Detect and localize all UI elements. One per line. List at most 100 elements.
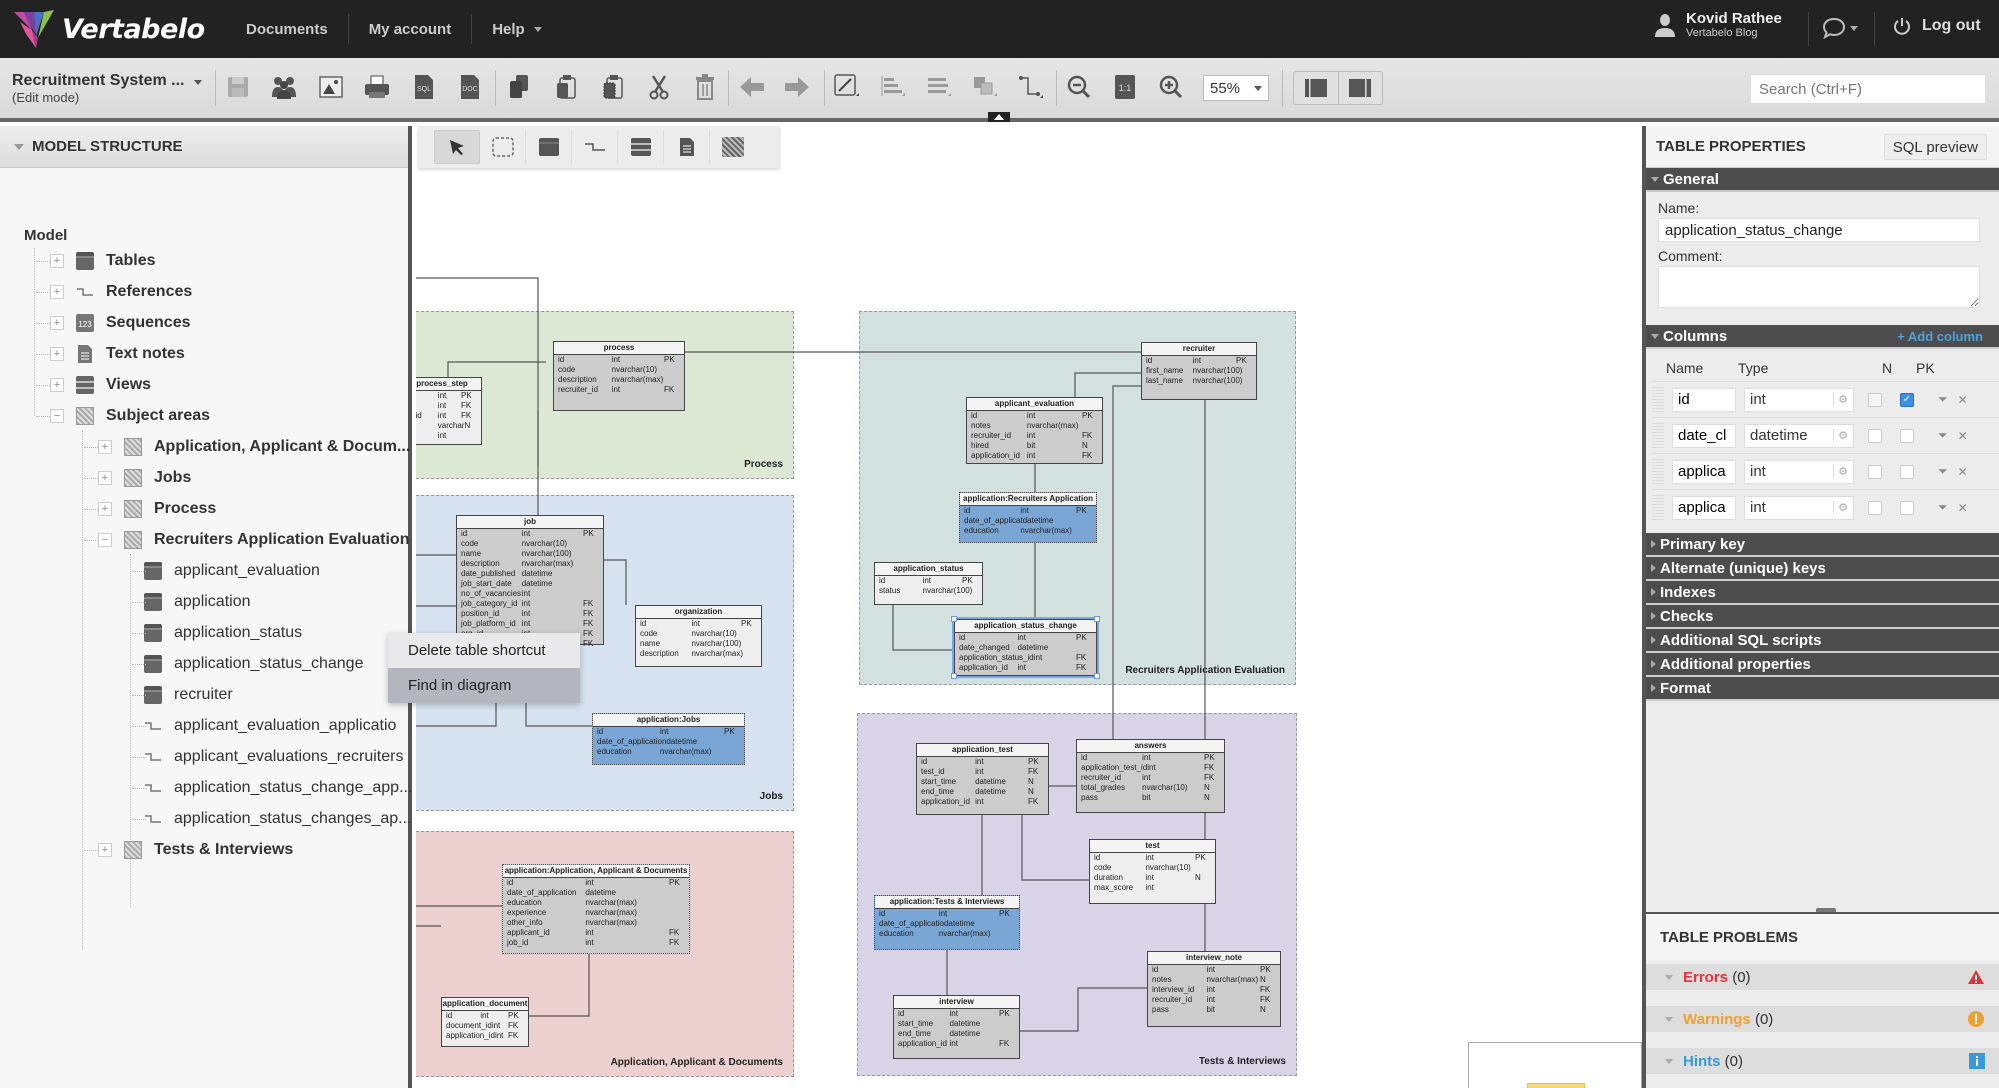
tree-item-table[interactable]: application_status_change	[132, 649, 363, 679]
zoom-out-button[interactable]	[1064, 72, 1094, 102]
drag-handle[interactable]	[1652, 422, 1664, 449]
table-name-input[interactable]	[1658, 218, 1980, 242]
diagram-minimap[interactable]	[1468, 1042, 1642, 1088]
entity-table-application-recruiters[interactable]: application:Recruiters Application id int P…	[959, 492, 1097, 543]
pk-checkbox[interactable]	[1900, 500, 1914, 515]
nav-documents[interactable]: Documents	[226, 14, 349, 44]
entity-table-process[interactable]: process id int PK code nvarchar(10) descriptio…	[553, 341, 685, 411]
toggle-left-panel-button[interactable]	[1294, 72, 1339, 104]
zoom-level-select[interactable]: 55%	[1203, 75, 1269, 101]
nav-my-account[interactable]: My account	[349, 14, 473, 44]
table-comment-input[interactable]	[1658, 266, 1980, 308]
add-area-tool[interactable]	[710, 130, 756, 164]
export-image-button[interactable]	[316, 72, 346, 102]
chevron-down-icon[interactable]: ⏷	[1938, 392, 1948, 407]
pk-checkbox[interactable]: ✓	[1900, 392, 1914, 407]
entity-table-application-test[interactable]: application_test id int PK test_id int FK start…	[916, 743, 1049, 815]
section-general[interactable]: General	[1646, 168, 1999, 192]
paste-button[interactable]	[551, 72, 581, 102]
column-name-input[interactable]	[1672, 495, 1736, 520]
entity-table-answers[interactable]: answers id int PK application_test_id int FK re…	[1076, 739, 1225, 813]
nullable-checkbox[interactable]	[1868, 392, 1882, 407]
drag-handle[interactable]	[1652, 494, 1664, 521]
entity-table-application-aad[interactable]: application:Application, Applicant & Doc…	[502, 864, 690, 954]
tree-item-sequences[interactable]: +123 Sequences	[36, 308, 190, 338]
tree-item-table[interactable]: application_status	[132, 618, 302, 648]
menu-item-delete-table-shortcut[interactable]: Delete table shortcut	[388, 633, 580, 668]
resize-handle[interactable]	[1094, 673, 1100, 679]
problems-warnings[interactable]: Warnings (0)	[1646, 1006, 1999, 1032]
close-icon[interactable]: ✕	[1958, 501, 1968, 515]
expand-icon[interactable]: +	[98, 502, 112, 516]
column-type-input[interactable]: int ⚙	[1744, 459, 1854, 484]
zoom-actual-button[interactable]: 1:1	[1110, 72, 1140, 102]
tree-item-text-notes[interactable]: + Text notes	[36, 339, 185, 369]
tree-item-area-process[interactable]: + Process	[84, 494, 216, 524]
close-icon[interactable]: ✕	[1958, 465, 1968, 479]
select-tool[interactable]	[434, 130, 480, 164]
tree-item-table[interactable]: recruiter	[132, 680, 233, 710]
section-additional-properties[interactable]: Additional properties	[1646, 653, 1999, 677]
column-type-input[interactable]: datetime ⚙	[1744, 423, 1854, 448]
area-select-tool[interactable]	[480, 130, 526, 164]
entity-table-organization[interactable]: organization id int PK code nvarchar(10) name n…	[635, 605, 762, 667]
user-menu[interactable]: Kovid Rathee Vertabelo Blog	[1654, 10, 1782, 39]
toggle-right-panel-button[interactable]	[1339, 72, 1383, 104]
collapse-icon[interactable]: −	[50, 409, 64, 423]
nullable-checkbox[interactable]	[1868, 428, 1882, 443]
section-format[interactable]: Format	[1646, 677, 1999, 701]
menu-item-find-in-diagram[interactable]: Find in diagram	[388, 668, 580, 703]
distribute-button[interactable]	[924, 72, 954, 102]
line-style-button[interactable]	[832, 72, 862, 102]
tree-item-subject-areas[interactable]: − Subject areas	[36, 401, 210, 431]
model-selector[interactable]: Recruitment System ... (Edit mode)	[12, 72, 202, 105]
expand-icon[interactable]: +	[50, 347, 64, 361]
logout-button[interactable]: Log out	[1892, 16, 1981, 36]
chevron-down-icon[interactable]: ⏷	[1938, 500, 1948, 515]
tree-item-reference[interactable]: application_status_changes_ap...	[132, 804, 412, 834]
tree-item-views[interactable]: + Views	[36, 370, 151, 400]
entity-table-interview-note[interactable]: interview_note id int PK notes nvarchar(max) N…	[1147, 951, 1281, 1027]
column-name-input[interactable]	[1672, 459, 1736, 484]
section-columns[interactable]: Columns + Add column	[1646, 325, 1999, 349]
copy-button[interactable]	[504, 72, 534, 102]
zoom-in-button[interactable]	[1156, 72, 1186, 102]
align-button[interactable]	[878, 72, 908, 102]
column-name-input[interactable]	[1672, 387, 1736, 412]
diagram-canvas[interactable]: Process Jobs Application, Applicant & Do…	[416, 126, 1642, 1088]
entity-table-application-jobs[interactable]: application:Jobs id int PK date_of_applicati…	[592, 713, 745, 765]
collapse-header-toggle[interactable]	[988, 112, 1010, 122]
model-structure-header[interactable]: MODEL STRUCTURE	[0, 126, 408, 168]
sql-export-button[interactable]: SQL	[409, 72, 439, 102]
search-input[interactable]	[1750, 74, 1986, 104]
add-view-tool[interactable]	[618, 130, 664, 164]
undo-button[interactable]	[737, 72, 767, 102]
nullable-checkbox[interactable]	[1868, 464, 1882, 479]
drag-handle[interactable]	[1652, 458, 1664, 485]
tree-item-reference[interactable]: application_status_change_app...	[132, 773, 412, 803]
nullable-checkbox[interactable]	[1868, 500, 1882, 515]
share-button[interactable]	[269, 72, 299, 102]
redo-button[interactable]	[782, 72, 812, 102]
add-column-button[interactable]: + Add column	[1897, 329, 1983, 344]
vertabelo-logo[interactable]: Vertabelo	[12, 8, 205, 50]
resize-handle[interactable]	[951, 616, 957, 622]
save-button[interactable]	[223, 72, 253, 102]
feedback-button[interactable]	[1822, 17, 1858, 39]
cut-button[interactable]	[644, 72, 674, 102]
entity-table-application-document[interactable]: application_document id int PK document_id in…	[441, 997, 529, 1047]
entity-table-applicant-evaluation[interactable]: applicant_evaluation id int PK notes nvarchar…	[966, 397, 1103, 464]
resize-handle[interactable]	[1094, 616, 1100, 622]
gear-icon[interactable]: ⚙	[1833, 429, 1848, 442]
doc-export-button[interactable]: DOC	[455, 72, 485, 102]
tree-item-reference[interactable]: applicant_evaluations_recruiters	[132, 742, 403, 772]
tree-item-area-tests[interactable]: + Tests & Interviews	[84, 835, 293, 865]
section-checks[interactable]: Checks	[1646, 605, 1999, 629]
resize-handle[interactable]	[951, 673, 957, 679]
paste-special-button[interactable]	[598, 72, 628, 102]
expand-icon[interactable]: +	[50, 316, 64, 330]
section-alternate-unique-keys[interactable]: Alternate (unique) keys	[1646, 557, 1999, 581]
entity-table-application-status-change[interactable]: application_status_change id int PK date_cha…	[952, 617, 1099, 678]
entity-table-recruiter[interactable]: recruiter id int PK first_name nvarchar(100) l…	[1141, 342, 1257, 400]
problems-hints[interactable]: Hints (0)	[1646, 1048, 1999, 1074]
